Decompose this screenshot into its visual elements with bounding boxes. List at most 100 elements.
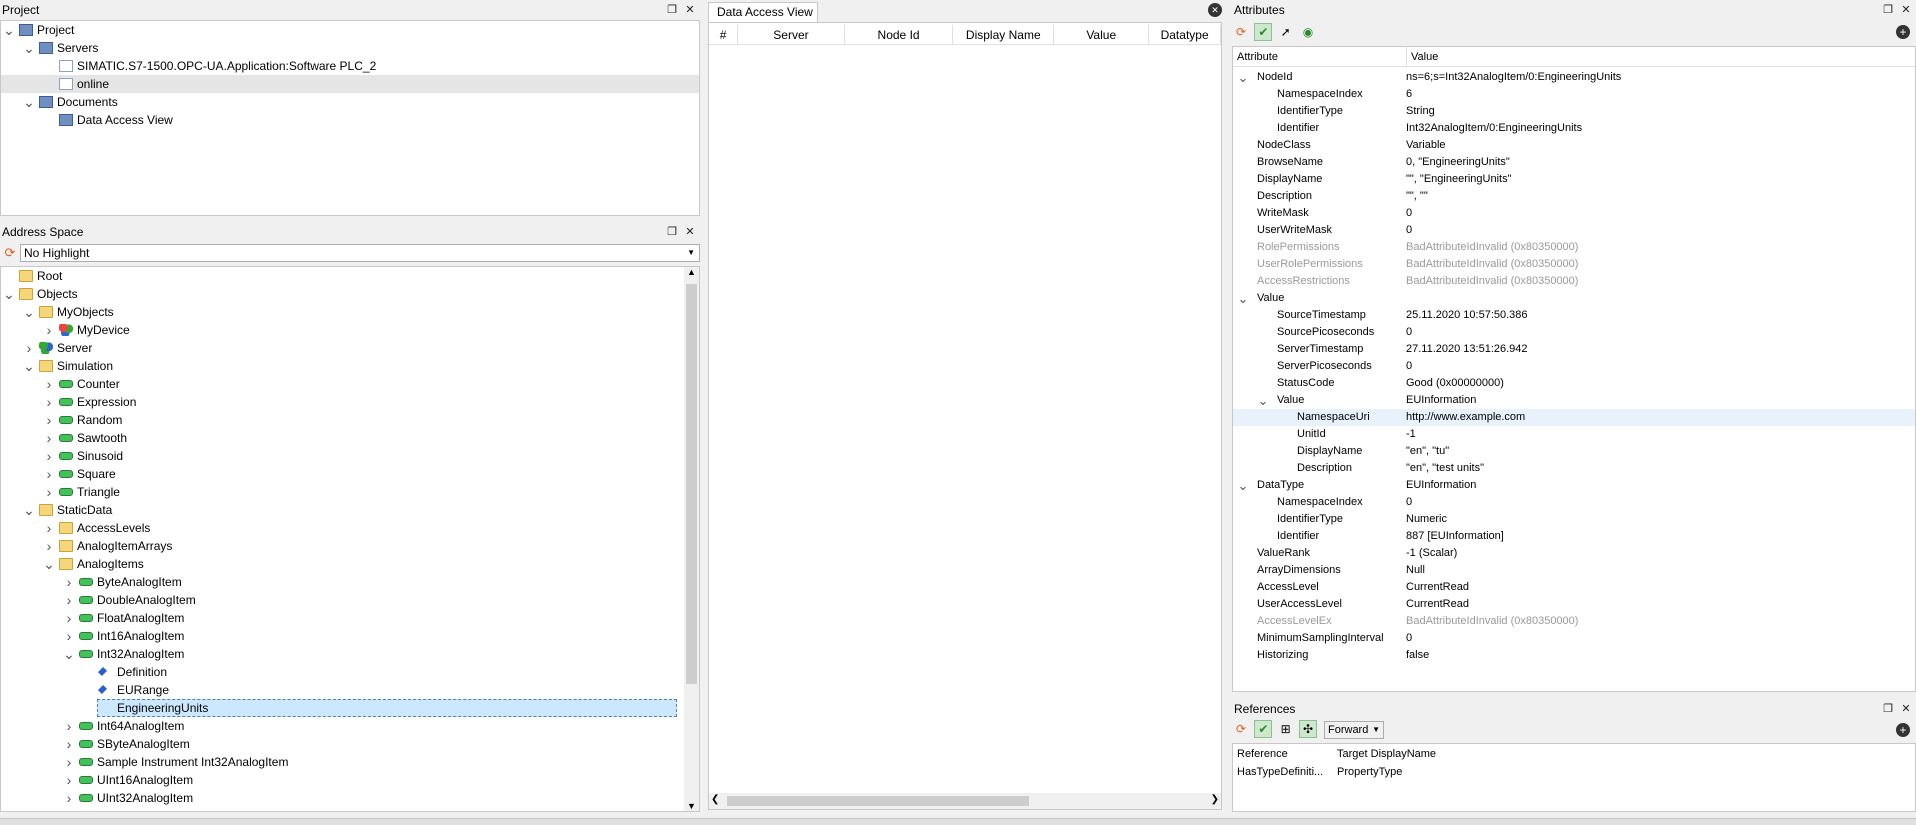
attribute-row[interactable]: ⌄ NodeId ns=6;s=Int32AnalogItem/0:Engineer… [1233,69,1915,86]
attribute-row[interactable]: RolePermissions BadAttributeIdInvalid (0x… [1233,239,1915,256]
tree-item[interactable]: ⌄ MyObjects [1,303,699,321]
close-icon[interactable]: ✕ [684,4,696,16]
tree-item[interactable]: online [1,75,699,93]
tree-item[interactable]: › DoubleAnalogItem [1,591,699,609]
chevron-right-icon[interactable]: › [43,483,55,501]
attribute-row[interactable]: AccessRestrictions BadAttributeIdInvalid … [1233,273,1915,290]
attribute-row[interactable]: ArrayDimensions Null [1233,562,1915,579]
column-header[interactable]: Display Name [953,25,1055,44]
tree-item[interactable]: Definition [1,663,699,681]
network-icon[interactable]: ✣ [1299,720,1318,738]
chevron-right-icon[interactable]: › [23,339,35,357]
tree-item[interactable]: ⌄ StaticData [1,501,699,519]
attribute-row[interactable]: AccessLevelEx BadAttributeIdInvalid (0x80… [1233,613,1915,630]
attribute-row[interactable]: AccessLevel CurrentRead [1233,579,1915,596]
hierarchy-icon[interactable]: ⊞ [1277,720,1295,738]
scroll-down-icon[interactable]: ▼ [684,801,699,811]
attribute-row[interactable]: ⌄ DataType EUInformation [1233,477,1915,494]
scrollbar-thumb[interactable] [686,284,697,684]
tree-item[interactable]: › Square [1,465,699,483]
attribute-row[interactable]: DisplayName "en", "tu" [1233,443,1915,460]
tree-item[interactable]: Data Access View [1,111,699,129]
chevron-right-icon[interactable]: › [63,627,75,645]
tree-item[interactable]: ⌄ Int32AnalogItem [1,645,699,663]
chevron-down-icon[interactable]: ⌄ [3,21,15,39]
close-icon[interactable]: ✕ [684,226,696,238]
tree-item[interactable]: SIMATIC.S7-1500.OPC-UA.Application:Softw… [1,57,699,75]
close-icon[interactable]: ✕ [1900,703,1912,715]
attribute-row[interactable]: Identifier 887 [EUInformation] [1233,528,1915,545]
attribute-row[interactable]: ValueRank -1 (Scalar) [1233,545,1915,562]
add-icon[interactable]: + [1896,723,1910,737]
tree-item[interactable]: › AccessLevels [1,519,699,537]
tree-item[interactable]: › FloatAnalogItem [1,609,699,627]
tree-item[interactable]: › SByteAnalogItem [1,735,699,753]
attribute-row[interactable]: BrowseName 0, "EngineeringUnits" [1233,154,1915,171]
tree-item[interactable]: › Int16AnalogItem [1,627,699,645]
attribute-row[interactable]: Description "en", "test units" [1233,460,1915,477]
float-icon[interactable]: ❐ [1882,703,1894,715]
refresh-icon[interactable]: ⟳ [1232,720,1250,738]
chevron-right-icon[interactable]: › [63,609,75,627]
chevron-down-icon[interactable]: ⌄ [23,501,35,519]
chevron-down-icon[interactable]: ⌄ [23,303,35,321]
attribute-row[interactable]: SourceTimestamp 25.11.2020 10:57:50.386 [1233,307,1915,324]
chevron-down-icon[interactable]: ⌄ [1257,392,1269,409]
float-icon[interactable]: ❐ [1882,4,1894,16]
attribute-row[interactable]: ⌄ Value EUInformation [1233,392,1915,409]
attribute-row[interactable]: NamespaceIndex 0 [1233,494,1915,511]
attribute-row[interactable]: StatusCode Good (0x00000000) [1233,375,1915,392]
horizontal-scrollbar[interactable]: ❮ ❯ [709,793,1221,809]
tree-item[interactable]: › Counter [1,375,699,393]
scroll-left-icon[interactable]: ❮ [711,794,719,805]
chevron-down-icon[interactable]: ⌄ [63,645,75,663]
tree-item[interactable]: ⌄ Objects [1,285,699,303]
chevron-right-icon[interactable]: › [43,375,55,393]
chevron-right-icon[interactable]: › [43,447,55,465]
chevron-right-icon[interactable]: › [43,321,55,339]
chevron-right-icon[interactable]: › [63,753,75,771]
chevron-right-icon[interactable]: › [43,519,55,537]
chevron-right-icon[interactable]: › [43,465,55,483]
float-icon[interactable]: ❐ [666,226,678,238]
chevron-right-icon[interactable]: › [63,789,75,807]
attribute-row[interactable]: ServerPicoseconds 0 [1233,358,1915,375]
tree-item[interactable]: ⌄ Documents [1,93,699,111]
tree-item[interactable]: › Int64AnalogItem [1,717,699,735]
chevron-right-icon[interactable]: › [63,807,75,811]
tree-item[interactable]: › UInt64AnalogItem [1,807,699,811]
tree-item[interactable]: EngineeringUnits [1,699,699,717]
tree-item[interactable]: › ByteAnalogItem [1,573,699,591]
tree-item[interactable]: › Server [1,339,699,357]
attribute-row[interactable]: ServerTimestamp 27.11.2020 13:51:26.942 [1233,341,1915,358]
tree-item[interactable]: ⌄ Simulation [1,357,699,375]
tree-item[interactable]: › Random [1,411,699,429]
direction-select[interactable]: Forward ▼ [1324,721,1384,739]
tree-item[interactable]: ⌄ AnalogItems [1,555,699,573]
pointer-icon[interactable]: ➚ [1277,23,1295,41]
tree-item[interactable]: EURange [1,681,699,699]
attribute-row[interactable]: NodeClass Variable [1233,137,1915,154]
attribute-row[interactable]: MinimumSamplingInterval 0 [1233,630,1915,647]
chevron-down-icon[interactable]: ⌄ [23,357,35,375]
attribute-row[interactable]: IdentifierType Numeric [1233,511,1915,528]
chevron-down-icon[interactable]: ⌄ [43,555,55,573]
chevron-down-icon[interactable]: ⌄ [23,93,35,111]
check-icon[interactable]: ✔ [1254,23,1273,41]
scrollbar-thumb[interactable] [727,796,1029,806]
tree-item[interactable]: Root [1,267,699,285]
highlight-select[interactable]: No Highlight ▼ [20,244,700,262]
tab-data-access-view[interactable]: Data Access View [708,2,818,22]
column-header[interactable]: Value [1054,25,1150,44]
close-circle-icon[interactable]: ✕ [1208,3,1222,17]
column-header[interactable]: Server [738,25,845,44]
column-header[interactable]: Datatype [1149,25,1221,44]
attribute-row[interactable]: NamespaceUri http://www.example.com [1233,409,1915,426]
chevron-right-icon[interactable]: › [43,393,55,411]
tree-item[interactable]: › Sample Instrument Int32AnalogItem [1,753,699,771]
attribute-row[interactable]: IdentifierType String [1233,103,1915,120]
check-icon[interactable]: ✔ [1254,720,1273,738]
attribute-row[interactable]: ⌄ Value [1233,290,1915,307]
refresh-icon[interactable]: ⟳ [2,245,18,261]
tree-item[interactable]: › Expression [1,393,699,411]
